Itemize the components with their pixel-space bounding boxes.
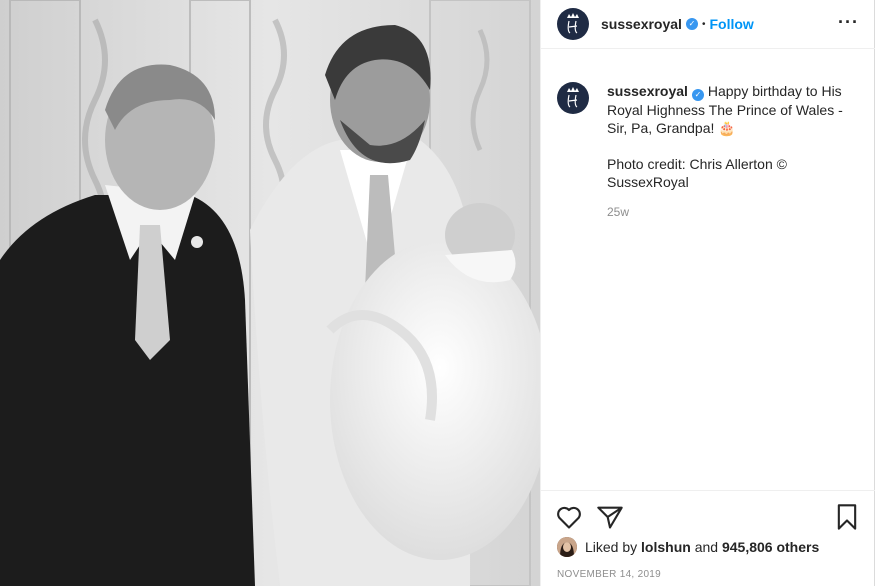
caption-text-line: sussexroyal ✓ Happy birthday to His Royal… bbox=[607, 82, 857, 137]
photo-illustration bbox=[0, 0, 540, 586]
likes-prefix: Liked by bbox=[585, 539, 638, 555]
post-age[interactable]: 25w bbox=[607, 203, 857, 221]
follow-button[interactable]: Follow bbox=[709, 16, 753, 32]
heart-icon[interactable] bbox=[555, 503, 583, 531]
caption-block: sussexroyal ✓ Happy birthday to His Royal… bbox=[557, 82, 857, 221]
liker-username[interactable]: lolshun bbox=[641, 539, 691, 555]
post-photo[interactable] bbox=[0, 0, 540, 586]
likes-summary: Liked by lolshun and 945,806 others bbox=[557, 537, 819, 557]
more-options-icon[interactable]: ··· bbox=[838, 12, 859, 33]
separator-dot: • bbox=[701, 18, 706, 30]
header-username[interactable]: sussexroyal bbox=[601, 16, 682, 32]
liker-avatar-image bbox=[557, 537, 577, 557]
caption-body: sussexroyal ✓ Happy birthday to His Royal… bbox=[607, 82, 857, 221]
likes-count[interactable]: 945,806 others bbox=[722, 539, 819, 555]
verified-badge-icon: ✓ bbox=[685, 18, 698, 30]
post-header: sussexroyal ✓ • Follow ··· bbox=[541, 0, 875, 49]
verified-badge-icon: ✓ bbox=[691, 89, 704, 101]
instagram-post: sussexroyal ✓ • Follow ··· sussexroyal ✓ … bbox=[0, 0, 875, 586]
bookmark-icon[interactable] bbox=[833, 503, 861, 531]
action-bar: Liked by lolshun and 945,806 others NOVE… bbox=[541, 490, 875, 586]
paper-plane-icon[interactable] bbox=[596, 503, 624, 531]
caption-avatar[interactable] bbox=[557, 82, 589, 114]
liker-avatar[interactable] bbox=[557, 537, 577, 557]
profile-avatar[interactable] bbox=[557, 8, 589, 40]
post-side-panel: sussexroyal ✓ • Follow ··· sussexroyal ✓ … bbox=[540, 0, 875, 586]
caption-username[interactable]: sussexroyal bbox=[607, 83, 688, 99]
likes-joiner: and bbox=[694, 539, 719, 555]
monogram-icon bbox=[567, 13, 579, 34]
photo-credit: Photo credit: Chris Allerton © SussexRoy… bbox=[607, 156, 787, 190]
post-date[interactable]: NOVEMBER 14, 2019 bbox=[557, 569, 661, 580]
monogram-icon bbox=[567, 87, 579, 108]
